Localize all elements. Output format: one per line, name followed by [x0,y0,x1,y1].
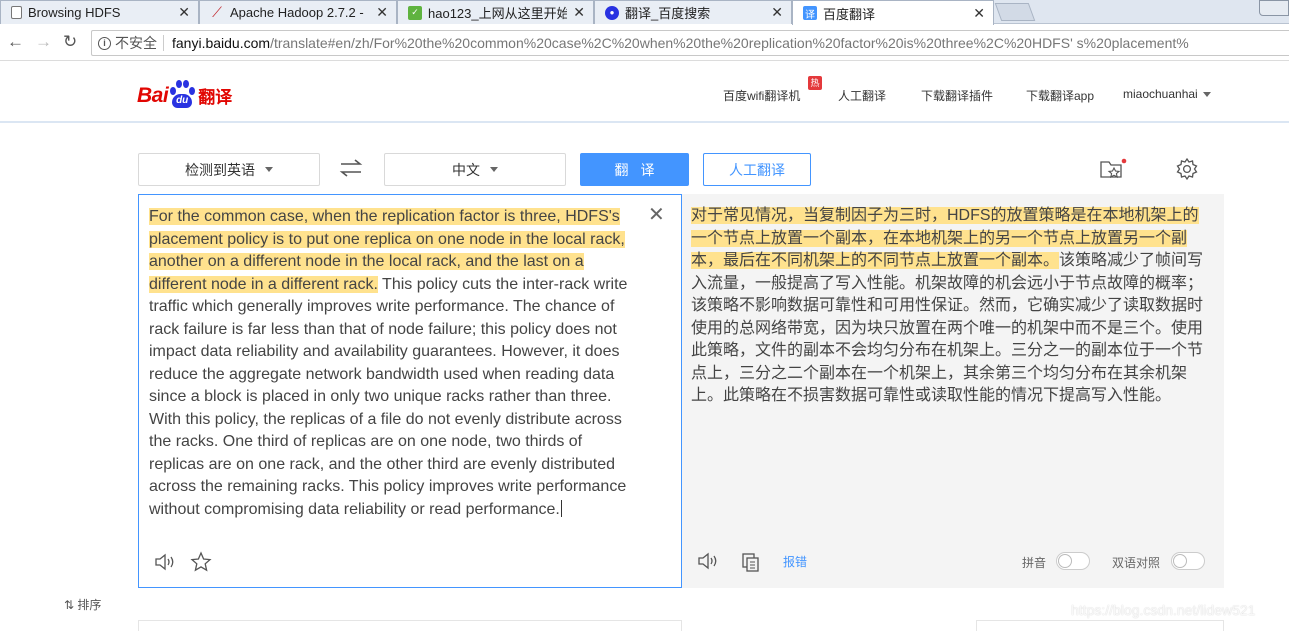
fanyi-icon: 译 [803,6,817,21]
nav-download-plugin[interactable]: 下载翻译插件 [921,87,993,104]
info-icon[interactable]: i [98,36,111,50]
copy-icon[interactable] [740,551,762,573]
baidu-paw-icon: du [169,78,196,108]
page-icon [11,6,22,19]
back-arrow-icon[interactable]: ← [7,32,24,52]
close-icon[interactable]: ✕ [376,4,388,21]
history-card-right [976,620,1224,631]
close-icon[interactable]: ✕ [973,5,985,22]
source-text-panel[interactable]: For the common case, when the replicatio… [138,194,682,588]
bilingual-toggle[interactable] [1171,552,1205,570]
target-rest-text: 该策略减少了帧间写入流量，一般提高了写入性能。机架故障的机会远小于节点故障的概率… [691,252,1204,404]
source-language-label: 检测到英语 [185,161,255,178]
browser-tab-baidu-search[interactable]: ● 翻译_百度搜索 ✕ [594,0,792,24]
sort-label: 排序 [77,598,102,612]
report-error-link[interactable]: 报错 [783,553,807,570]
human-translation-button[interactable]: 人工翻译 [703,153,811,186]
pinyin-toggle[interactable] [1056,552,1090,570]
speaker-icon[interactable] [696,551,720,571]
url-divider [163,35,164,51]
baidu-fanyi-logo[interactable]: Bai du 翻译 [137,76,232,108]
browser-tab-apache-hadoop[interactable]: ⟋ Apache Hadoop 2.7.2 - ✕ [199,0,397,24]
nav-human-translation[interactable]: 人工翻译 [838,87,886,104]
address-bar-row: ← → ↻ i 不安全 fanyi.baidu.com /translate#e… [0,25,1289,61]
url-host: fanyi.baidu.com [172,35,271,51]
swap-languages-icon[interactable] [338,156,364,180]
target-language-label: 中文 [452,161,480,178]
source-rest-text: This policy cuts the inter-rack write tr… [149,275,628,518]
user-name: miaochuanhai [1123,87,1198,101]
history-card-left [138,620,682,631]
source-textarea[interactable]: For the common case, when the replicatio… [149,206,637,521]
favorites-folder-icon[interactable] [1099,157,1129,181]
browser-tab-baidu-fanyi[interactable]: 译 百度翻译 ✕ [792,0,994,25]
url-input[interactable]: i 不安全 fanyi.baidu.com /translate#en/zh/F… [91,30,1289,56]
sort-button[interactable]: ⇅ 排序 [64,596,101,613]
chevron-down-icon [1202,92,1211,98]
hao123-icon: ✓ [408,5,422,20]
text-cursor [560,499,562,517]
browser-tab-hao123[interactable]: ✓ hao123_上网从这里开始 ✕ [397,0,594,24]
user-menu[interactable]: miaochuanhai [1123,87,1211,101]
new-tab-button[interactable] [994,3,1036,21]
site-header: Bai du 翻译 百度wifi翻译机 热 人工翻译 下载翻译插件 下载翻译ap… [0,62,1289,123]
star-icon[interactable] [190,551,212,573]
chevron-down-icon [265,167,273,172]
toggle-knob [1058,554,1072,568]
logo-du-text: du [172,94,193,108]
watermark-text: https://blog.csdn.net/lidew521 [1071,602,1256,618]
target-text-panel: 对于常见情况，当复制因子为三时，HDFS的放置策略是在本地机架上的一个节点上放置… [682,194,1224,588]
source-language-select[interactable]: 检测到英语 [138,153,320,186]
pinyin-label: 拼音 [1022,556,1047,570]
clear-text-icon[interactable]: ✕ [648,205,665,225]
close-icon[interactable]: ✕ [178,4,190,21]
chevron-down-icon [490,167,498,172]
logo-fanyi-text: 翻译 [198,88,233,107]
nav-wifi-translator[interactable]: 百度wifi翻译机 [723,87,800,104]
reload-icon[interactable]: ↻ [63,32,77,52]
browser-tab-strip: Browsing HDFS ✕ ⟋ Apache Hadoop 2.7.2 - … [0,0,1289,25]
tab-label: 翻译_百度搜索 [625,6,711,21]
target-language-select[interactable]: 中文 [384,153,566,186]
logo-bai-text: Bai [137,84,169,107]
sort-icon: ⇅ [64,598,75,612]
window-control-button[interactable] [1259,0,1289,16]
speaker-icon[interactable] [153,552,177,572]
tab-label: Apache Hadoop 2.7.2 - [230,5,364,20]
url-path: /translate#en/zh/For%20the%20common%20ca… [270,35,1189,51]
tab-label: hao123_上网从这里开始 [428,6,568,21]
baidu-paw-icon: ● [605,5,619,20]
security-warning: 不安全 [115,35,157,51]
browser-tab-browsing-hdfs[interactable]: Browsing HDFS ✕ [0,0,199,24]
close-icon[interactable]: ✕ [771,4,783,21]
close-icon[interactable]: ✕ [573,4,585,21]
translation-output: 对于常见情况，当复制因子为三时，HDFS的放置策略是在本地机架上的一个节点上放置… [691,205,1213,408]
translate-button[interactable]: 翻译 [580,153,689,186]
tab-label: 百度翻译 [823,6,876,22]
forward-arrow-icon[interactable]: → [35,32,52,52]
feather-icon: ⟋ [212,4,222,20]
toggle-knob [1173,554,1187,568]
settings-gear-icon[interactable] [1175,157,1199,181]
nav-download-app[interactable]: 下载翻译app [1026,87,1094,104]
tab-label: Browsing HDFS [28,5,121,20]
hot-badge: 热 [808,76,822,90]
bilingual-label: 双语对照 [1112,556,1161,570]
